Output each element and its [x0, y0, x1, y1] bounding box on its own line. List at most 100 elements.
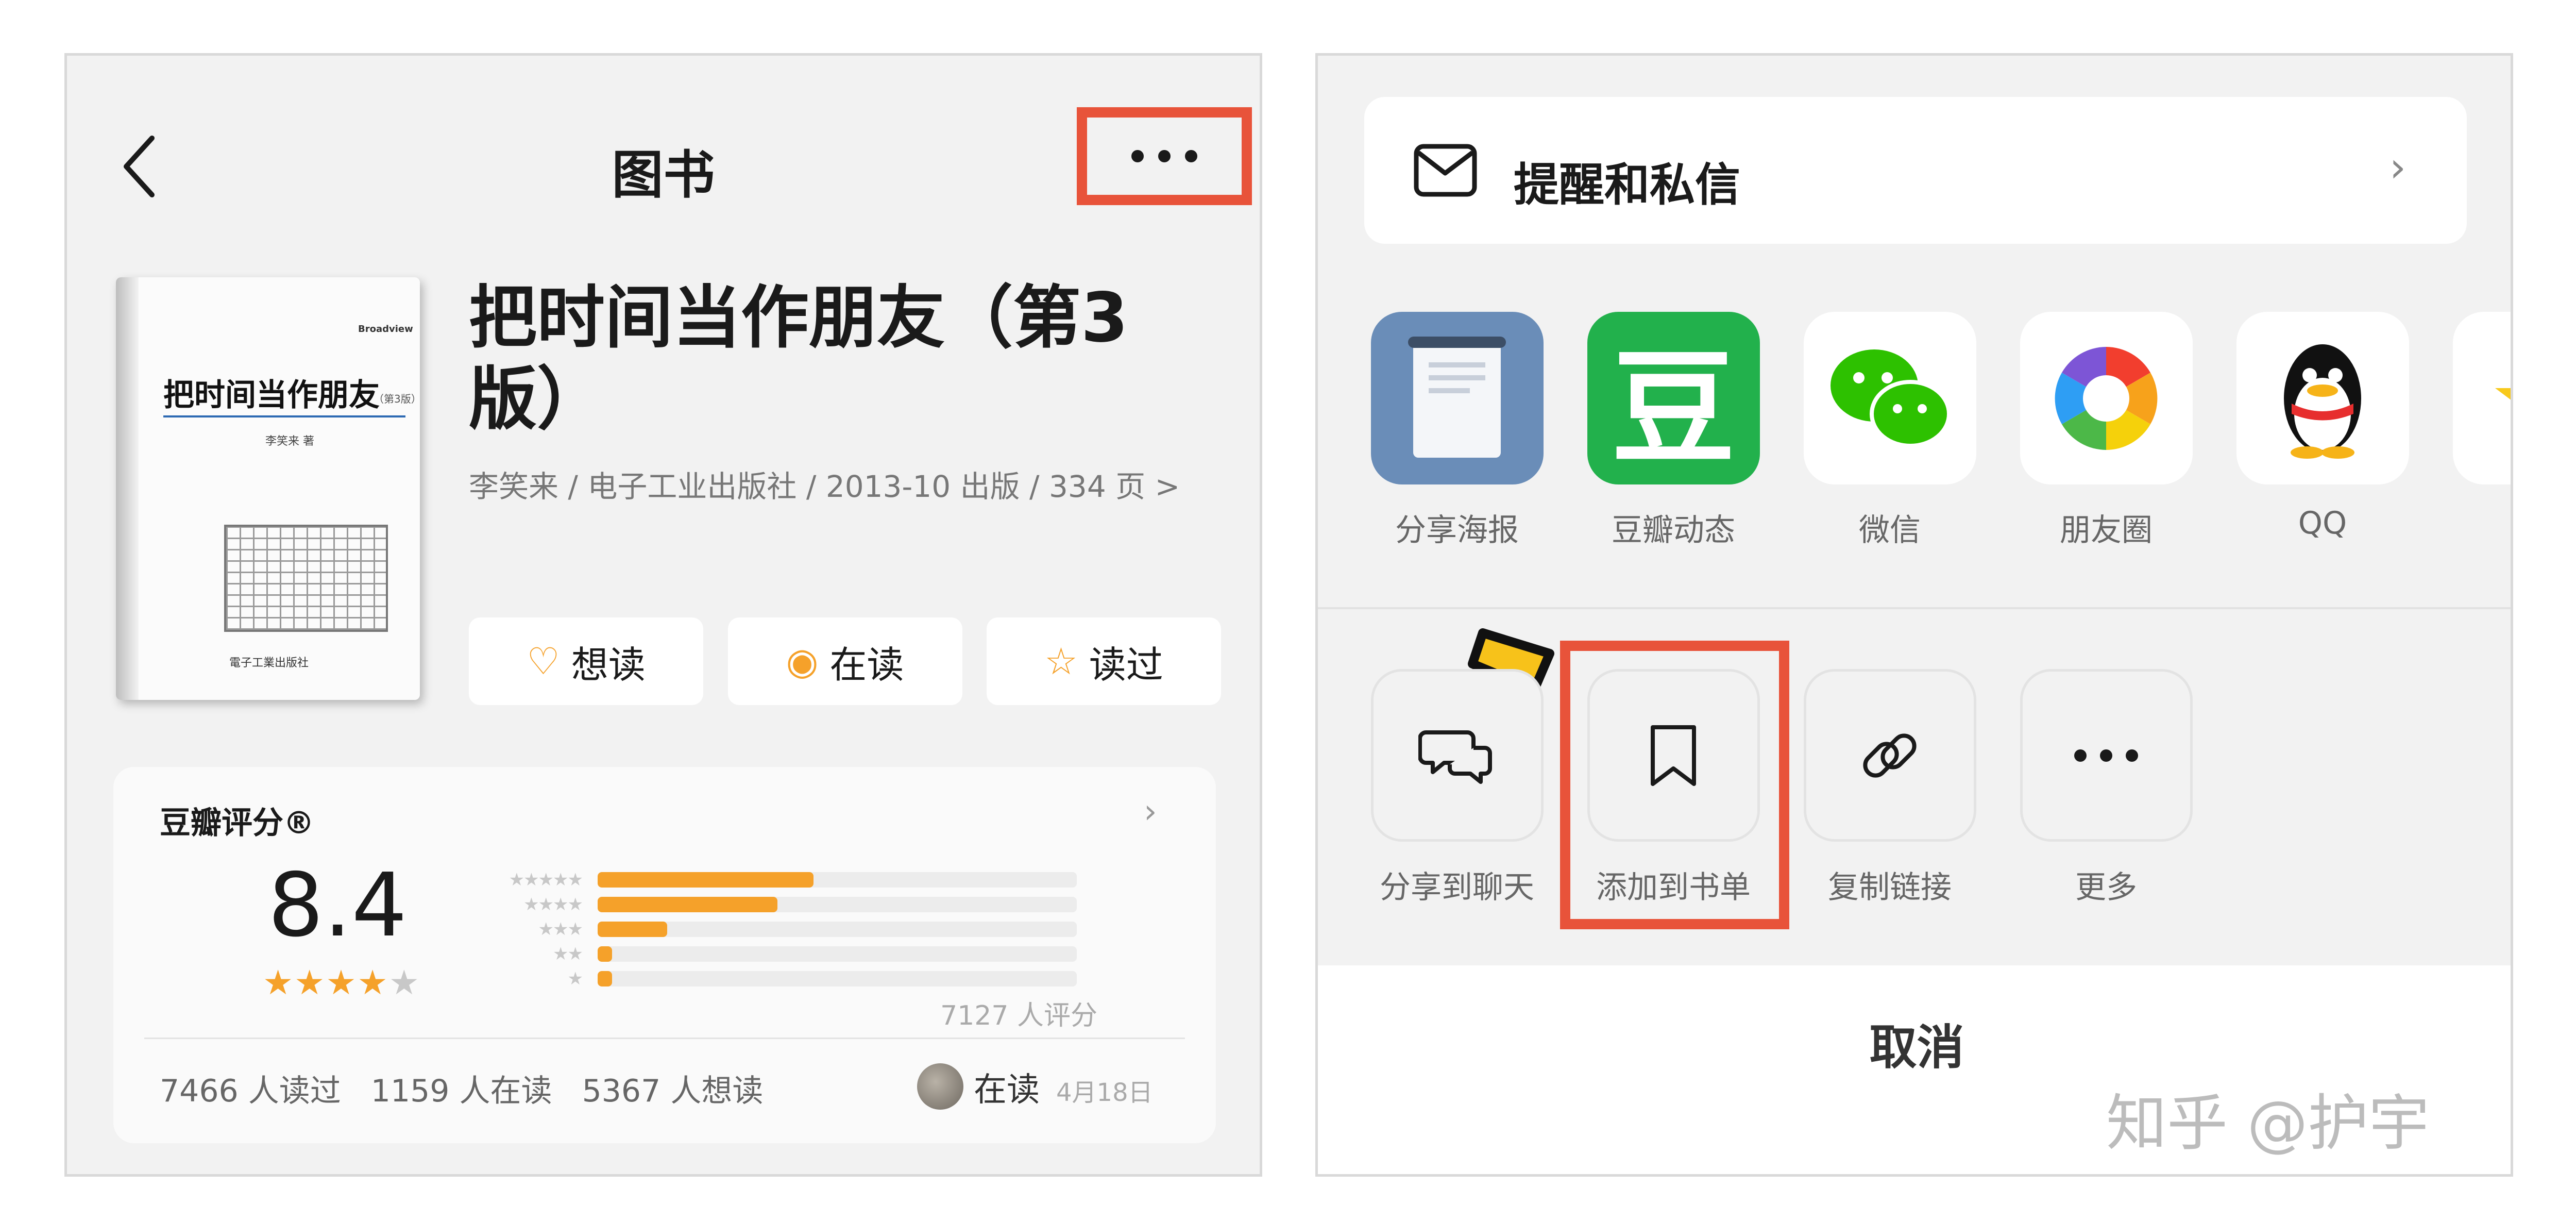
share-wechat[interactable]: 微信 — [1802, 312, 1977, 550]
rating-bar-track — [598, 971, 1077, 986]
button-label: 在读 — [829, 643, 904, 687]
reading-circle-icon: ◉ — [786, 640, 819, 683]
reader-stats: 7466 人读过 1159 人在读 5367 人想读 — [160, 1066, 793, 1111]
book-cover[interactable]: Broadview 把时间当作朋友 （第3版） 李笑来 著 電子工業出版社 — [116, 277, 420, 700]
rating-star: ★ — [326, 963, 358, 1002]
rating-bar-track — [598, 872, 1077, 888]
ellipsis-icon — [1131, 150, 1144, 162]
messages-row[interactable]: 提醒和私信 › — [1364, 97, 2467, 244]
share-targets: 分享海报 豆 豆瓣动态 微信 朋友圈 QQ — [1369, 312, 2511, 600]
app-label: QQ — [2298, 505, 2347, 541]
rating-bar-fill — [598, 946, 612, 962]
more-button[interactable]: 更多 — [2019, 669, 2194, 907]
cover-maze-image — [224, 525, 388, 632]
more-options-button[interactable] — [1077, 107, 1252, 205]
rating-star: ★ — [388, 963, 420, 1002]
rating-bar-row: ★★★★★ — [479, 867, 1097, 892]
book-title: 把时间当作朋友（第3版） — [469, 278, 1128, 439]
my-status: 在读 — [974, 1071, 1040, 1109]
app-label: Q( — [2451, 505, 2511, 541]
rating-bar-fill — [598, 922, 667, 937]
qq-icon — [2236, 312, 2409, 484]
reading-count: 1159 人在读 — [370, 1073, 552, 1109]
cover-publisher: 電子工業出版社 — [229, 657, 309, 670]
cover-rule — [163, 415, 405, 417]
chat-bubbles-icon — [1370, 669, 1544, 842]
rating-bar-fill — [598, 872, 814, 888]
action-targets: 分享到聊天 添加到书单 复制链接 更多 — [1369, 669, 2511, 958]
rating-bar-stars: ★ — [567, 968, 583, 989]
watermark: 知乎 @护宇 — [2106, 1088, 2430, 1159]
status-buttons: ♡ 想读 ◉ 在读 ☆ 读过 — [469, 617, 1221, 705]
copy-link-button[interactable]: 复制链接 — [1802, 669, 1977, 907]
button-label: 想读 — [571, 643, 646, 687]
rating-bar-fill — [598, 971, 612, 986]
cover-edition: （第3版） — [374, 393, 420, 405]
rating-bar-track — [598, 922, 1077, 937]
rating-stars: ★★★★★ — [263, 963, 420, 1002]
heart-plus-icon: ♡ — [527, 640, 560, 683]
rating-star: ★ — [263, 963, 295, 1002]
app-label: 豆瓣动态 — [1612, 512, 1735, 548]
star-outline-icon: ☆ — [1044, 640, 1078, 683]
mail-icon — [1414, 144, 1477, 197]
action-label: 复制链接 — [1828, 869, 1952, 906]
moments-icon — [2020, 312, 2193, 484]
app-label: 分享海报 — [1395, 512, 1519, 548]
rating-star: ★ — [294, 963, 326, 1002]
highlight-box — [1560, 641, 1789, 929]
cover-title: 把时间当作朋友 — [163, 377, 380, 413]
rating-bar-fill — [598, 897, 777, 912]
avatar[interactable] — [917, 1063, 963, 1110]
cover-brand: Broadview — [358, 324, 413, 334]
read-count: 7466 人读过 — [160, 1073, 341, 1109]
rating-count: 7127 人评分 — [940, 1000, 1097, 1031]
share-qq[interactable]: QQ — [2235, 312, 2410, 541]
share-douban[interactable]: 豆 豆瓣动态 — [1586, 312, 1761, 550]
qzone-icon — [2452, 312, 2511, 484]
book-detail-screen: 图书 Broadview 把时间当作朋友 （第3版） 李笑来 著 電子工業出版社… — [64, 53, 1262, 1177]
action-label: 分享到聊天 — [1380, 869, 1534, 906]
poster-icon — [1370, 312, 1544, 484]
cover-spine — [116, 277, 139, 700]
rating-bar-stars: ★★★★★ — [509, 869, 583, 890]
rating-bar-stars: ★★★ — [538, 919, 583, 940]
share-sheet-screen: 提醒和私信 › 分享海报 豆 豆瓣动态 微信 朋友圈 QQ 分享到聊天 添加到书… — [1315, 53, 2513, 1177]
share-moments[interactable]: 朋友圈 — [2019, 312, 2194, 550]
app-label: 微信 — [1859, 512, 1921, 548]
link-icon — [1803, 669, 1976, 842]
action-label: 更多 — [2075, 869, 2137, 906]
rating-title: 豆瓣评分® — [160, 805, 314, 841]
rating-bar-row: ★ — [479, 966, 1097, 991]
cancel-button[interactable]: 取消 — [1318, 1009, 2511, 1078]
chevron-right-icon: › — [1144, 793, 1157, 831]
status-date: 4月18日 — [1056, 1078, 1153, 1107]
rating-bar-row: ★★★ — [479, 917, 1097, 942]
rating-score: 8.4 — [268, 855, 408, 957]
divider — [1318, 607, 2511, 609]
share-qzone[interactable]: Q( — [2451, 312, 2511, 541]
have-read-button[interactable]: ☆ 读过 — [987, 617, 1221, 705]
rating-card[interactable]: 豆瓣评分® › 8.4 ★★★★★ ★★★★★ ★★★★ ★★★ ★★ ★ 7127 人… — [113, 767, 1216, 1143]
app-label: 朋友圈 — [2060, 512, 2153, 548]
share-to-chat-button[interactable]: 分享到聊天 — [1369, 669, 1545, 907]
share-poster[interactable]: 分享海报 — [1369, 312, 1545, 550]
reading-button[interactable]: ◉ 在读 — [727, 617, 962, 705]
rating-bar-track — [598, 946, 1077, 962]
douban-icon: 豆 — [1587, 312, 1760, 484]
chevron-right-icon: › — [2389, 143, 2406, 191]
book-meta-link[interactable]: 李笑来 / 电子工业出版社 / 2013-10 出版 / 334 页 > — [469, 468, 1206, 505]
rating-bar-row: ★★★★ — [479, 892, 1097, 917]
ellipsis-dot — [1158, 150, 1171, 162]
messages-label: 提醒和私信 — [1514, 158, 1741, 211]
rating-star: ★ — [357, 963, 389, 1002]
rating-bar-row: ★★ — [479, 942, 1097, 966]
rating-bar-stars: ★★ — [553, 944, 583, 964]
rating-bar-stars: ★★★★ — [523, 894, 583, 915]
want-to-read-button[interactable]: ♡ 想读 — [469, 617, 703, 705]
rating-distribution: ★★★★★ ★★★★ ★★★ ★★ ★ — [479, 867, 1097, 991]
rating-bar-track — [598, 897, 1077, 912]
want-count: 5367 人想读 — [582, 1073, 764, 1109]
button-label: 读过 — [1089, 643, 1163, 687]
more-dots-icon — [2020, 669, 2193, 842]
